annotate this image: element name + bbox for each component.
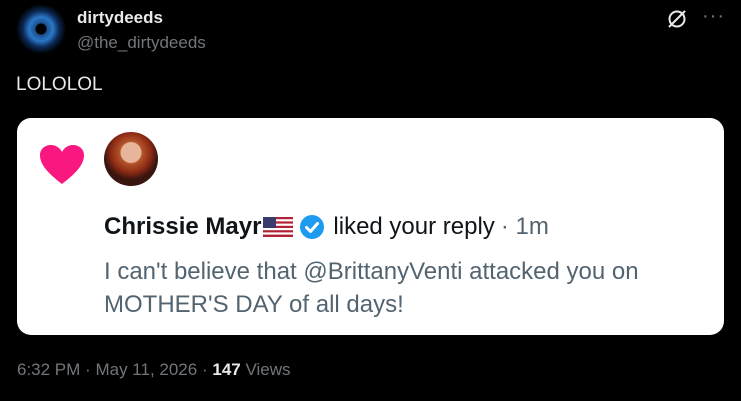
views-count[interactable]: 147 [212,360,240,379]
meta-separator: · [201,360,208,379]
avatar[interactable] [16,4,66,54]
author-handle[interactable]: @the_dirtydeeds [77,33,206,53]
post-time[interactable]: 6:32 PM [17,360,80,379]
more-icon[interactable]: ··· [702,5,725,28]
us-flag-icon [263,217,294,237]
heart-icon [40,145,84,184]
verified-badge-icon [300,215,325,239]
quoted-reply-text: I can't believe that @BrittanyVenti atta… [104,258,639,318]
notification-action: liked your reply [333,213,495,240]
liker-avatar [104,132,158,186]
post-text: LOLOLOL [16,74,103,95]
notification-line: Chrissie Mayr liked your reply · 1m [104,213,549,241]
liker-name: Chrissie Mayr [104,213,262,240]
meta-separator: · [85,360,91,379]
author-display-name[interactable]: dirtydeeds [77,8,163,28]
post-meta: 6:32 PM · May 11, 2026 · 147 Views [17,360,291,380]
quoted-image-card[interactable]: Chrissie Mayr liked your reply · 1m I ca… [17,118,724,335]
notification-time: · 1m [500,213,549,240]
post-date[interactable]: May 11, 2026 [95,360,197,379]
post-header: dirtydeeds @the_dirtydeeds ··· [16,4,725,56]
grok-icon[interactable] [666,8,688,30]
views-label[interactable]: Views [245,360,290,379]
